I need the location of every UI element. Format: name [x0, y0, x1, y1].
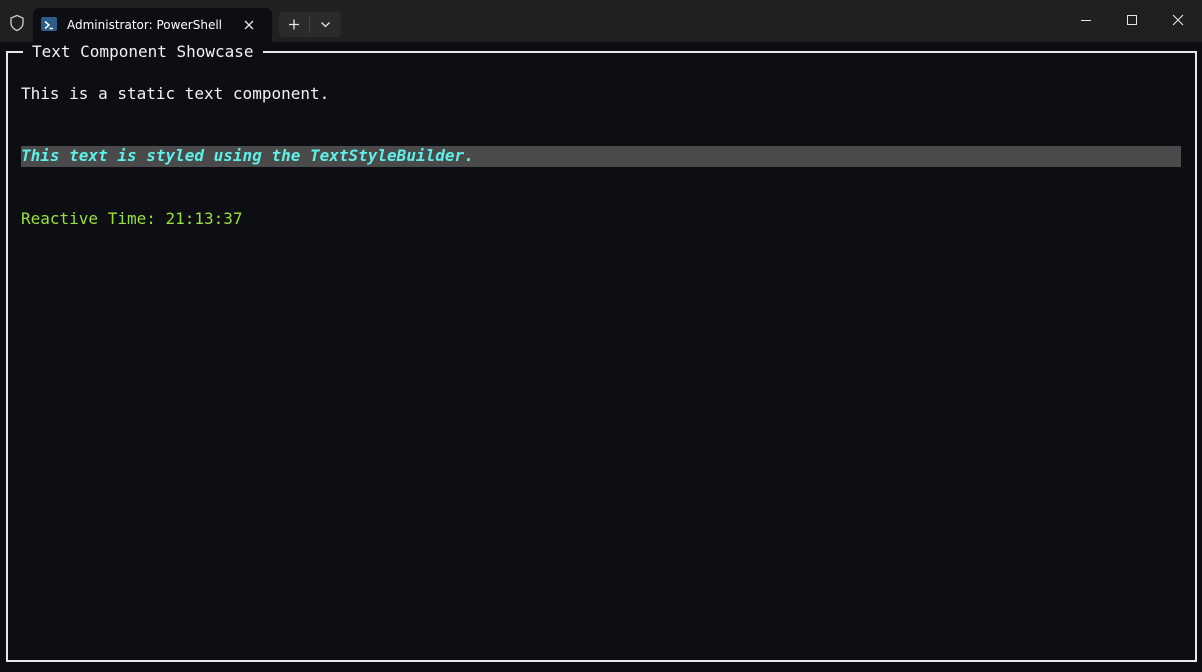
shield-icon	[8, 14, 26, 32]
tab-powershell[interactable]: Administrator: PowerShell	[33, 8, 272, 42]
close-icon[interactable]	[240, 16, 258, 34]
close-window-button[interactable]	[1155, 0, 1201, 40]
static-text: This is a static text component.	[21, 84, 330, 103]
maximize-button[interactable]	[1109, 0, 1155, 40]
minimize-button[interactable]	[1063, 0, 1109, 40]
new-tab-group	[279, 12, 341, 37]
title-bar: Administrator: PowerShell	[0, 0, 1202, 42]
chevron-down-icon[interactable]	[310, 12, 341, 37]
minimize-icon	[1081, 20, 1091, 21]
frame-title: Text Component Showcase	[23, 42, 263, 62]
styled-text: This text is styled using the TextStyleB…	[21, 146, 474, 165]
showcase-frame	[6, 51, 1197, 662]
terminal-area[interactable]: Text Component Showcase This is a static…	[0, 42, 1202, 672]
reactive-time-text: Reactive Time: 21:13:37	[21, 209, 243, 228]
new-tab-button[interactable]	[279, 12, 309, 37]
maximize-icon	[1127, 15, 1137, 25]
close-icon	[1172, 14, 1184, 26]
powershell-icon	[41, 17, 57, 31]
tab-title: Administrator: PowerShell	[67, 18, 223, 32]
